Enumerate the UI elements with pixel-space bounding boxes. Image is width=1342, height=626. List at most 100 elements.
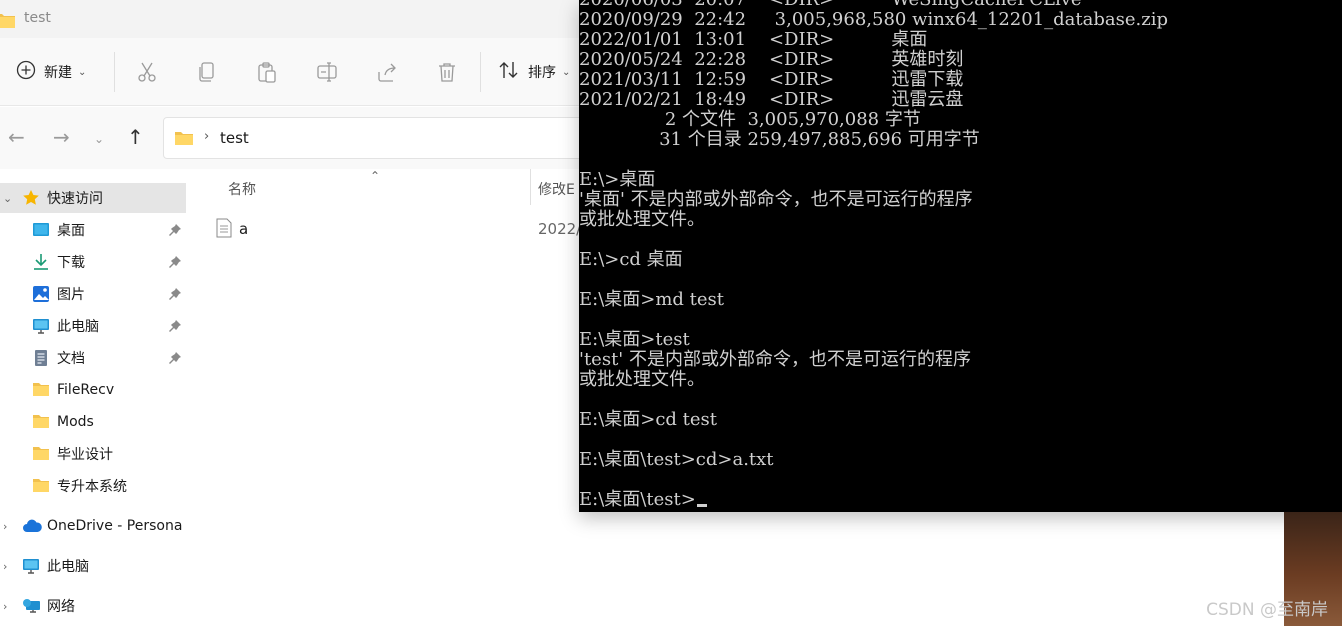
sidebar-item-onedrive[interactable]: › OneDrive - Persona xyxy=(0,511,186,541)
sidebar-item-quick-access[interactable]: ⌄ 快速访问 xyxy=(0,183,186,213)
file-list: ⌃ 名称 修改E a 2022/ xyxy=(188,169,600,626)
up-arrow-icon[interactable]: ↑ xyxy=(127,127,144,147)
sidebar-item-desktop[interactable]: 桌面 xyxy=(0,215,186,245)
pictures-icon xyxy=(32,285,50,303)
pin-icon[interactable] xyxy=(168,255,182,269)
address-path[interactable]: test xyxy=(220,129,249,147)
console-line: 2021/02/21 18:49 <DIR> 迅雷云盘 xyxy=(579,89,964,110)
navigation-bar: ← → ⌄ ↑ › test xyxy=(0,107,600,169)
copy-icon[interactable] xyxy=(195,60,219,84)
sidebar-item-this-pc-root[interactable]: › 此电脑 xyxy=(0,551,186,581)
folder-icon xyxy=(32,477,50,495)
file-modified-date: 2022/ xyxy=(538,220,582,238)
pin-icon[interactable] xyxy=(168,319,182,333)
text-cursor xyxy=(696,504,707,507)
delete-icon[interactable] xyxy=(435,60,459,84)
folder-icon xyxy=(32,445,50,463)
console-line: E:\桌面\test>cd>a.txt xyxy=(579,449,774,470)
console-line: E:\桌面>test xyxy=(579,329,690,350)
console-line: 2 个文件 3,005,970,088 字节 xyxy=(579,109,921,130)
sidebar-item-label: 快速访问 xyxy=(47,191,103,207)
window-title: test xyxy=(24,10,51,26)
console-line: 'test' 不是内部或外部命令，也不是可运行的程序 xyxy=(579,349,971,370)
sidebar-item-this-pc[interactable]: 此电脑 xyxy=(0,311,186,341)
new-button-label: 新建 xyxy=(44,65,72,81)
console-line: E:\桌面\test> xyxy=(579,490,1168,510)
sidebar-item-network[interactable]: › 网络 xyxy=(0,591,186,621)
sort-arrows-icon xyxy=(498,60,520,84)
sidebar-item-label: 桌面 xyxy=(57,223,85,239)
sidebar-item-label: 图片 xyxy=(57,287,85,303)
desktop-icon xyxy=(32,221,50,239)
console-line: 31 个目录 259,497,885,696 可用字节 xyxy=(579,129,980,150)
folder-icon xyxy=(174,130,194,150)
watermark-text: CSDN @至南岸 xyxy=(1206,600,1328,620)
column-divider[interactable] xyxy=(530,169,531,205)
monitor-icon xyxy=(22,557,40,575)
forward-arrow-icon[interactable]: → xyxy=(53,127,70,147)
console-line: 2022/01/01 13:01 <DIR> 桌面 xyxy=(579,29,928,50)
back-arrow-icon[interactable]: ← xyxy=(8,127,25,147)
command-prompt-window[interactable]: 2020/06/03 20:07 <DIR> WeSingCachePCLive… xyxy=(579,0,1342,512)
command-bar: 新建 ⌄ 排序 ⌄ xyxy=(0,38,600,106)
sidebar-item-documents[interactable]: 文档 xyxy=(0,343,186,373)
new-button[interactable]: 新建 ⌄ xyxy=(16,58,86,86)
sidebar-item-label: 下载 xyxy=(57,255,85,271)
chevron-down-icon: ⌄ xyxy=(562,66,571,78)
pin-icon[interactable] xyxy=(168,223,182,237)
sidebar-item-graduation-design[interactable]: 毕业设计 xyxy=(0,439,186,469)
console-line: E:\桌面>cd test xyxy=(579,409,718,430)
console-line: E:\>桌面 xyxy=(579,169,656,190)
console-line: 2020/05/24 22:28 <DIR> 英雄时刻 xyxy=(579,49,964,70)
expand-chevron-icon[interactable]: › xyxy=(3,520,7,533)
expand-chevron-icon[interactable]: › xyxy=(3,560,7,573)
text-file-icon xyxy=(216,218,232,242)
sidebar-item-pictures[interactable]: 图片 xyxy=(0,279,186,309)
file-row[interactable]: a 2022/ xyxy=(214,217,600,243)
navigation-pane: ⌄ 快速访问 桌面 下载 图片 此电脑 文档 FileRecv Mods 毕业设… xyxy=(0,176,188,626)
address-bar[interactable]: › test xyxy=(163,117,600,159)
sidebar-item-label: 此电脑 xyxy=(57,319,99,335)
recent-locations-chevron-icon[interactable]: ⌄ xyxy=(94,129,104,149)
star-icon xyxy=(22,189,40,207)
cloud-icon xyxy=(22,517,42,535)
expand-chevron-icon[interactable]: ⌄ xyxy=(3,192,12,205)
explorer-title-bar[interactable]: test xyxy=(0,0,600,38)
rename-icon[interactable] xyxy=(315,60,339,84)
sort-button[interactable]: 排序 ⌄ xyxy=(498,58,570,86)
expand-chevron-icon[interactable]: › xyxy=(3,600,7,613)
console-line: E:\>cd 桌面 xyxy=(579,249,683,270)
cut-icon[interactable] xyxy=(135,60,159,84)
sidebar-item-mods[interactable]: Mods xyxy=(0,407,186,437)
column-header-modified[interactable]: 修改E xyxy=(538,179,575,199)
pin-icon[interactable] xyxy=(168,287,182,301)
sidebar-item-downloads[interactable]: 下载 xyxy=(0,247,186,277)
sidebar-item-label: 此电脑 xyxy=(47,559,89,575)
chevron-down-icon: ⌄ xyxy=(78,66,87,78)
sidebar-item-label: 文档 xyxy=(57,351,85,367)
sidebar-item-filerecv[interactable]: FileRecv xyxy=(0,375,186,405)
column-header-name[interactable]: 名称 xyxy=(228,179,256,199)
sort-button-label: 排序 xyxy=(528,65,556,81)
share-icon[interactable] xyxy=(375,60,399,84)
console-line: 2021/03/11 12:59 <DIR> 迅雷下载 xyxy=(579,69,964,90)
sort-ascending-icon: ⌃ xyxy=(370,169,381,183)
sidebar-item-label: FileRecv xyxy=(57,382,115,398)
console-line: 2020/09/29 22:42 3,005,968,580 winx64_12… xyxy=(579,9,1168,30)
sidebar-item-label: 网络 xyxy=(47,599,75,615)
paste-icon[interactable] xyxy=(255,60,279,84)
console-line: '桌面' 不是内部或外部命令，也不是可运行的程序 xyxy=(579,189,973,210)
file-explorer-window: test 新建 ⌄ 排序 ⌄ ← → ⌄ ↑ › test ⌄ 快速访问 桌面 … xyxy=(0,0,600,626)
sidebar-item-upgrade-system[interactable]: 专升本系统 xyxy=(0,471,186,501)
document-icon xyxy=(32,349,50,367)
toolbar-divider xyxy=(480,52,481,92)
console-line: E:\桌面>md test xyxy=(579,289,725,310)
pin-icon[interactable] xyxy=(168,351,182,365)
breadcrumb-separator-icon: › xyxy=(204,129,210,144)
plus-circle-icon xyxy=(16,60,36,84)
